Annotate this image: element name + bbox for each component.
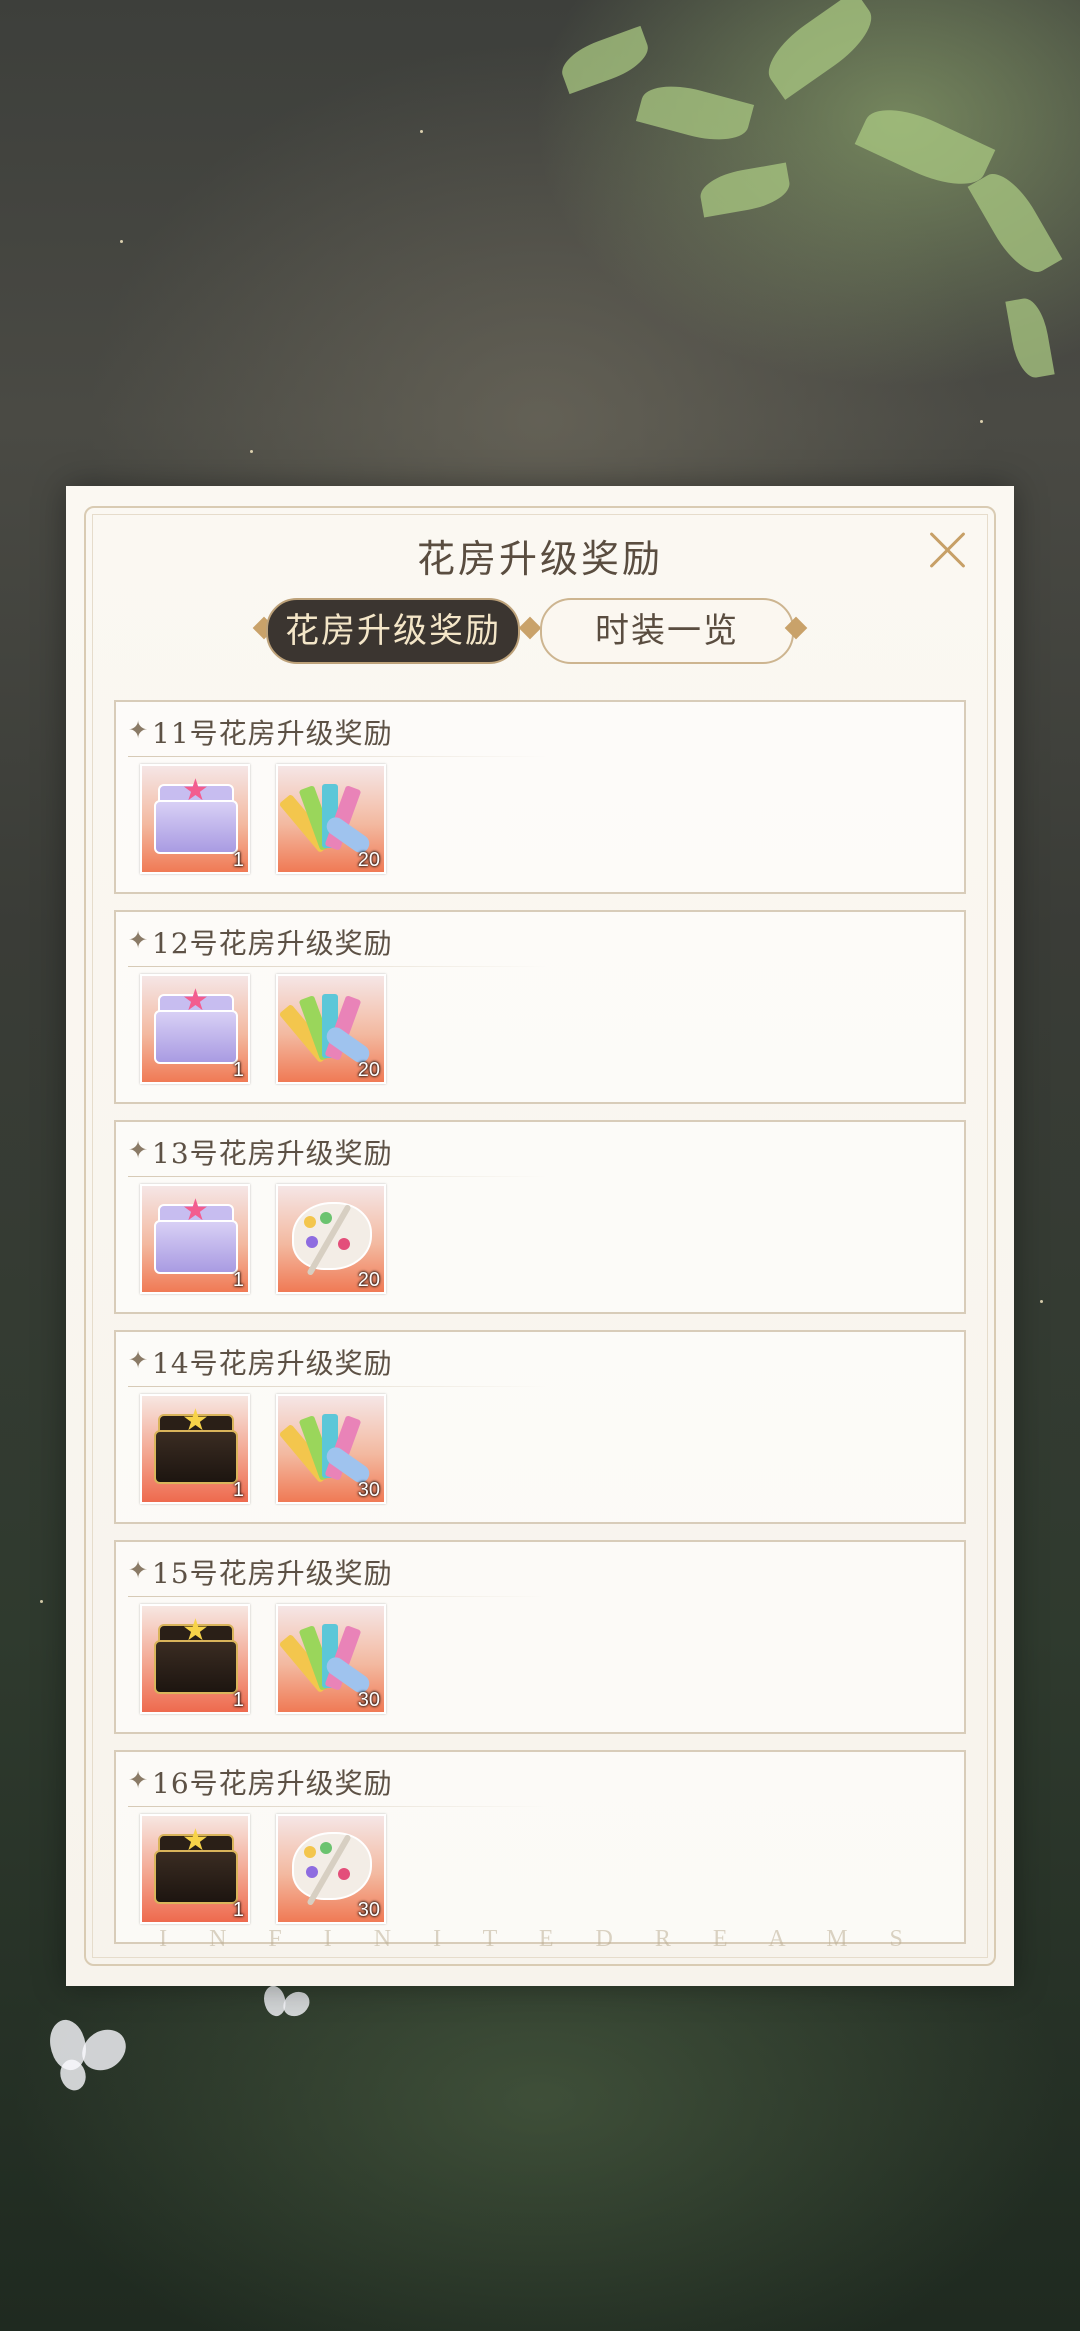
reward-card-title: 15号花房升级奖励: [152, 1557, 393, 1590]
item-count: 20: [357, 1059, 380, 1081]
reward-card-title: 13号花房升级奖励: [152, 1137, 393, 1170]
sparkle: [420, 130, 423, 133]
reward-item[interactable]: ★ 1: [140, 1184, 250, 1294]
sparkle: [120, 240, 123, 243]
item-count: 1: [232, 1899, 244, 1921]
leaf-decoration: [635, 76, 755, 150]
dialog-title: 花房升级奖励: [416, 537, 663, 581]
sparkle: [980, 420, 983, 423]
item-count: 1: [232, 1479, 244, 1501]
reward-item[interactable]: ★ 1: [140, 764, 250, 874]
close-icon[interactable]: [924, 526, 972, 574]
item-count: 30: [357, 1479, 380, 1501]
leaf-decoration: [697, 162, 793, 218]
item-count: 1: [232, 1269, 244, 1291]
sparkle-star-icon: ✦: [128, 1346, 149, 1374]
reward-card: ✦ 16号花房升级奖励 ★ 1 30: [114, 1750, 966, 1944]
reward-card: ✦ 12号花房升级奖励 ★ 1 20: [114, 910, 966, 1104]
title-divider: [128, 1176, 548, 1177]
leaf-decoration: [967, 163, 1063, 283]
item-count: 20: [357, 849, 380, 871]
title-divider: [128, 756, 548, 757]
item-count: 1: [232, 1689, 244, 1711]
infinite-dreams-watermark: I N F I N I T E D R E A M S: [159, 1926, 921, 1952]
item-count: 20: [357, 1269, 380, 1291]
butterfly-decoration: [40, 2014, 132, 2100]
item-count: 30: [357, 1899, 380, 1921]
sparkle-star-icon: ✦: [128, 1766, 149, 1794]
tab-outfit-overview[interactable]: 时装一览: [540, 598, 794, 664]
reward-item[interactable]: 30: [276, 1604, 386, 1714]
reward-card: ✦ 13号花房升级奖励 ★ 1 20: [114, 1120, 966, 1314]
reward-card-title: 12号花房升级奖励: [152, 927, 393, 960]
tab-upgrade-rewards[interactable]: 花房升级奖励: [266, 598, 520, 664]
item-count: 30: [357, 1689, 380, 1711]
sparkle-star-icon: ✦: [128, 1556, 149, 1584]
sparkle: [250, 450, 253, 453]
reward-card-title: 14号花房升级奖励: [152, 1347, 393, 1380]
reward-card: ✦ 15号花房升级奖励 ★ 1 30: [114, 1540, 966, 1734]
reward-item[interactable]: 30: [276, 1394, 386, 1504]
reward-card-title: 11号花房升级奖励: [152, 717, 393, 750]
tab-ornament: [518, 616, 542, 640]
item-count: 1: [232, 1059, 244, 1081]
reward-item[interactable]: ★ 1: [140, 1604, 250, 1714]
title-divider: [128, 1806, 548, 1807]
title-divider: [128, 966, 548, 967]
item-count: 1: [232, 849, 244, 871]
leaf-decoration: [1005, 295, 1055, 381]
reward-item[interactable]: ★ 1: [140, 1814, 250, 1924]
title-divider: [128, 1596, 548, 1597]
tab-bar: 花房升级奖励 时装一览: [252, 598, 866, 666]
butterfly-decoration: [258, 1982, 313, 2034]
reward-card: ✦ 11号花房升级奖励 ★ 1 20: [114, 700, 966, 894]
leaf-decoration: [555, 25, 655, 95]
reward-item[interactable]: 20: [276, 974, 386, 1084]
sparkle: [40, 1600, 43, 1603]
sparkle: [1040, 1300, 1043, 1303]
reward-card-title: 16号花房升级奖励: [152, 1767, 393, 1800]
reward-item[interactable]: ★ 1: [140, 1394, 250, 1504]
reward-item[interactable]: 20: [276, 764, 386, 874]
reward-card: ✦ 14号花房升级奖励 ★ 1 30: [114, 1330, 966, 1524]
sparkle-star-icon: ✦: [128, 926, 149, 954]
sparkle-star-icon: ✦: [128, 1136, 149, 1164]
reward-list[interactable]: ✦ 11号花房升级奖励 ★ 1 20 ✦ 12号花房升级奖励 ★ 1 20 ✦ …: [114, 700, 966, 1962]
reward-item[interactable]: 30: [276, 1814, 386, 1924]
upgrade-rewards-dialog: 花房升级奖励 花房升级奖励 时装一览 ✦ 11号花房升级奖励 ★ 1 20 ✦ …: [66, 486, 1014, 1986]
reward-item[interactable]: ★ 1: [140, 974, 250, 1084]
title-divider: [128, 1386, 548, 1387]
reward-item[interactable]: 20: [276, 1184, 386, 1294]
sparkle-star-icon: ✦: [128, 716, 149, 744]
leaf-decoration: [756, 0, 884, 100]
